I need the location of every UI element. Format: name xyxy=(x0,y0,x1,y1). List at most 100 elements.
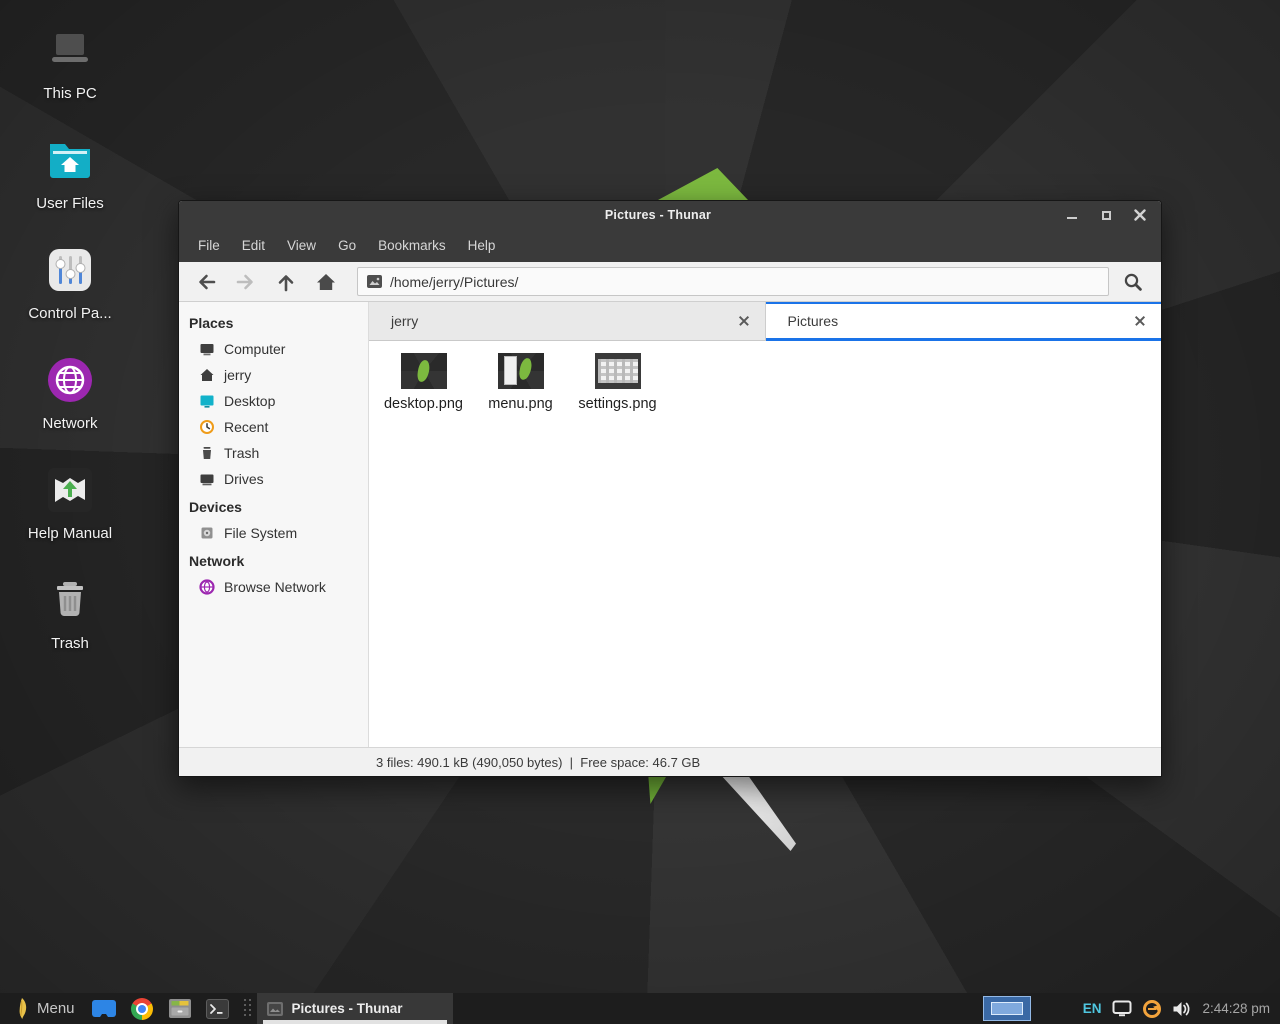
desktop-icon-label: Network xyxy=(10,415,130,432)
close-button[interactable] xyxy=(1133,208,1147,222)
applications-menu-button[interactable]: Menu xyxy=(8,993,81,1024)
computer-icon xyxy=(199,341,215,357)
forward-button[interactable] xyxy=(229,267,263,297)
window-title: Pictures - Thunar xyxy=(179,208,1051,222)
up-button[interactable] xyxy=(269,267,303,297)
wallpaper-logo-green-triangle xyxy=(658,168,748,200)
update-manager-icon[interactable] xyxy=(1143,1000,1161,1018)
minimize-icon xyxy=(1067,217,1077,219)
sidebar-item-label: Recent xyxy=(224,419,268,435)
desktop-icon-trash[interactable]: Trash xyxy=(10,576,130,652)
desktop-icon-network[interactable]: Network xyxy=(10,356,130,432)
maximize-button[interactable] xyxy=(1099,208,1113,222)
chrome-icon xyxy=(131,998,153,1020)
home-folder-icon xyxy=(46,136,94,184)
terminal-launcher[interactable] xyxy=(203,993,233,1024)
network-globe-icon xyxy=(199,579,215,595)
chrome-launcher[interactable] xyxy=(127,993,157,1024)
workspace-switcher[interactable] xyxy=(983,996,1031,1021)
desktop-icon xyxy=(199,393,215,409)
trash-icon xyxy=(199,445,215,461)
sidebar-item-desktop[interactable]: Desktop xyxy=(179,388,368,414)
tab-jerry[interactable]: jerry xyxy=(369,302,766,341)
tasklist-handle[interactable] xyxy=(243,999,252,1019)
desktop-icon-help-manual[interactable]: Help Manual xyxy=(10,466,130,542)
sidebar-item-label: File System xyxy=(224,525,297,541)
file-name: desktop.png xyxy=(384,396,463,412)
forward-arrow-icon xyxy=(235,272,257,292)
file-cabinet-icon xyxy=(168,998,192,1019)
maximize-icon xyxy=(1102,211,1111,220)
sidebar-item-recent[interactable]: Recent xyxy=(179,414,368,440)
sidebar-item-browse-network[interactable]: Browse Network xyxy=(179,574,368,600)
sidebar-item-jerry[interactable]: jerry xyxy=(179,362,368,388)
window-titlebar[interactable]: Pictures - Thunar xyxy=(179,201,1161,229)
sidebar-item-file-system[interactable]: File System xyxy=(179,520,368,546)
path-bar[interactable]: /home/jerry/Pictures/ xyxy=(357,267,1109,296)
file-name: settings.png xyxy=(578,396,656,412)
image-icon xyxy=(367,275,382,288)
desktop-icon-label: User Files xyxy=(10,195,130,212)
minimize-button[interactable] xyxy=(1065,208,1079,222)
back-button[interactable] xyxy=(189,267,223,297)
path-text: /home/jerry/Pictures/ xyxy=(390,274,518,290)
sidebar-item-label: Desktop xyxy=(224,393,275,409)
thunar-window: Pictures - Thunar File Edit View Go Book… xyxy=(178,200,1162,777)
sidebar-item-drives[interactable]: Drives xyxy=(179,466,368,492)
sidebar-item-computer[interactable]: Computer xyxy=(179,336,368,362)
status-text: 3 files: 490.1 kB (490,050 bytes) | Free… xyxy=(376,755,700,770)
sidebar-item-label: jerry xyxy=(224,367,251,383)
home-icon xyxy=(315,272,337,292)
system-tray: EN xyxy=(1083,1000,1192,1018)
file-item-menu-png[interactable]: menu.png xyxy=(472,351,569,412)
keyboard-layout-indicator[interactable]: EN xyxy=(1083,1001,1102,1016)
settings-sliders-icon xyxy=(46,246,94,294)
taskbar-window-label: Pictures - Thunar xyxy=(292,1001,403,1016)
clock[interactable]: 2:44:28 pm xyxy=(1202,1001,1274,1016)
file-list-view[interactable]: desktop.png menu.png settings.png xyxy=(369,341,1161,747)
toolbar: /home/jerry/Pictures/ xyxy=(179,262,1161,302)
menu-file[interactable]: File xyxy=(187,229,231,262)
sidebar-item-trash[interactable]: Trash xyxy=(179,440,368,466)
menu-go[interactable]: Go xyxy=(327,229,367,262)
menu-help[interactable]: Help xyxy=(457,229,507,262)
show-desktop-launcher[interactable] xyxy=(89,993,119,1024)
desktop-icon-label: Control Pa... xyxy=(10,305,130,322)
desktop-wallpaper: This PC User Files Control Pa... Network… xyxy=(0,0,1280,1024)
taskbar-window-button[interactable]: Pictures - Thunar xyxy=(257,993,453,1024)
desktop-icon-control-panel[interactable]: Control Pa... xyxy=(10,246,130,322)
tab-close-icon[interactable] xyxy=(738,315,750,327)
desktop-icon-user-files[interactable]: User Files xyxy=(10,136,130,212)
desktop-icon-label: This PC xyxy=(10,85,130,102)
taskbar: Menu Pictures - Thunar EN 2:44:28 pm xyxy=(0,993,1280,1024)
trash-icon xyxy=(46,576,94,624)
computer-icon xyxy=(46,26,94,74)
window-thumbnail-icon xyxy=(267,1002,283,1016)
globe-icon xyxy=(46,356,94,404)
home-button[interactable] xyxy=(309,267,343,297)
file-item-desktop-png[interactable]: desktop.png xyxy=(375,351,472,412)
desktop-icon-this-pc[interactable]: This PC xyxy=(10,26,130,102)
desktop-icon-label: Help Manual xyxy=(10,525,130,542)
menu-edit[interactable]: Edit xyxy=(231,229,276,262)
sidebar-header-places: Places xyxy=(179,308,368,336)
file-manager-launcher[interactable] xyxy=(165,993,195,1024)
search-button[interactable] xyxy=(1115,267,1151,297)
file-item-settings-png[interactable]: settings.png xyxy=(569,351,666,412)
sidebar-item-label: Drives xyxy=(224,471,264,487)
drive-icon xyxy=(199,471,215,487)
status-bar: 3 files: 490.1 kB (490,050 bytes) | Free… xyxy=(179,747,1161,776)
menu-png-thumbnail xyxy=(498,353,544,389)
home-icon xyxy=(199,367,215,383)
menu-view[interactable]: View xyxy=(276,229,327,262)
volume-icon[interactable] xyxy=(1172,1001,1191,1017)
sidebar-header-devices: Devices xyxy=(179,492,368,520)
display-icon[interactable] xyxy=(1112,1000,1132,1017)
tab-label: jerry xyxy=(391,313,738,329)
menu-bookmarks[interactable]: Bookmarks xyxy=(367,229,457,262)
close-icon xyxy=(1133,208,1147,222)
tab-close-icon[interactable] xyxy=(1134,315,1146,327)
sidebar-item-label: Computer xyxy=(224,341,285,357)
distro-feather-icon xyxy=(14,997,28,1020)
tab-pictures[interactable]: Pictures xyxy=(766,302,1162,341)
